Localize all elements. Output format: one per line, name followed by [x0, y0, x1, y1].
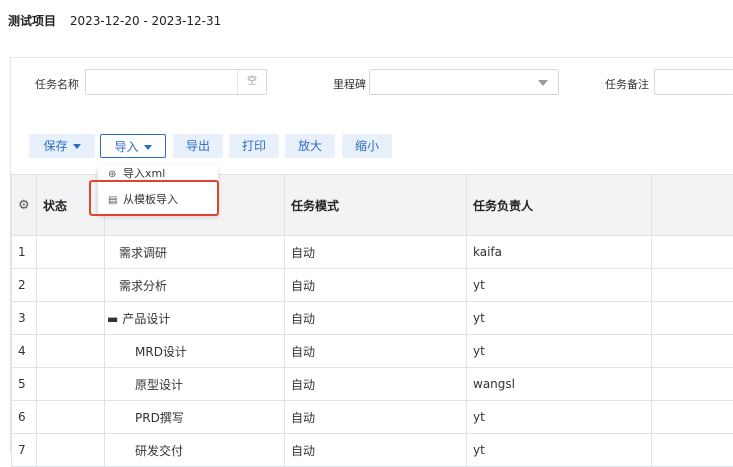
- task-note-field: [654, 69, 733, 95]
- row-task-mode[interactable]: 自动: [285, 302, 467, 335]
- row-index: 5: [12, 368, 37, 401]
- clear-button[interactable]: 空: [237, 70, 266, 94]
- task-note-label: 任务备注: [605, 76, 649, 92]
- table-row[interactable]: 2 需求分析 自动 yt: [12, 269, 733, 302]
- row-task-owner[interactable]: yt: [467, 335, 652, 368]
- save-button-label: 保存: [43, 139, 67, 153]
- row-extra: [652, 269, 733, 302]
- menu-item-import-from-template[interactable]: ▤从模板导入: [98, 191, 218, 209]
- save-button[interactable]: 保存: [29, 134, 95, 158]
- table-row[interactable]: 3 ▬ 产品设计 自动 yt: [12, 302, 733, 335]
- table-row[interactable]: 6 PRD撰写 自动 yt: [12, 401, 733, 434]
- row-index: 7: [12, 434, 37, 467]
- chevron-down-icon: [538, 80, 548, 86]
- milestone-label: 里程碑: [333, 76, 366, 92]
- table-row[interactable]: 7 研发交付 自动 yt: [12, 434, 733, 467]
- import-button[interactable]: 导入: [100, 134, 166, 158]
- row-extra: [652, 302, 733, 335]
- caret-down-icon: [144, 145, 152, 150]
- collapse-icon[interactable]: ▬: [107, 312, 118, 326]
- row-task-name-label: 产品设计: [122, 312, 170, 326]
- row-task-owner[interactable]: yt: [467, 269, 652, 302]
- column-header-task-owner[interactable]: 任务负责人: [467, 175, 652, 236]
- task-note-input[interactable]: [655, 70, 733, 94]
- template-doc-icon: ▤: [108, 192, 120, 210]
- milestone-select[interactable]: [369, 69, 559, 95]
- table-row[interactable]: 1 需求调研 自动 kaifa: [12, 236, 733, 269]
- row-task-mode[interactable]: 自动: [285, 368, 467, 401]
- row-task-owner[interactable]: yt: [467, 434, 652, 467]
- row-index: 4: [12, 335, 37, 368]
- table-row[interactable]: 4 MRD设计 自动 yt: [12, 335, 733, 368]
- menu-item-import-xml[interactable]: ⊛导入xml: [98, 165, 218, 183]
- row-index: 3: [12, 302, 37, 335]
- row-status: [37, 236, 105, 269]
- task-table: ⚙ 状态 任务模式 任务负责人 1 需求调研 自动 kaifa 2 需求分析: [11, 174, 733, 467]
- row-extra: [652, 401, 733, 434]
- row-extra: [652, 434, 733, 467]
- table-row[interactable]: 5 原型设计 自动 wangsl: [12, 368, 733, 401]
- page-header: 测试项目 2023-12-20 - 2023-12-31: [8, 12, 221, 29]
- export-button[interactable]: 导出: [173, 134, 223, 158]
- row-index: 2: [12, 269, 37, 302]
- row-status: [37, 269, 105, 302]
- column-header-task-mode[interactable]: 任务模式: [285, 175, 467, 236]
- row-task-mode[interactable]: 自动: [285, 335, 467, 368]
- row-task-name[interactable]: 研发交付: [105, 434, 285, 467]
- row-task-owner[interactable]: wangsl: [467, 368, 652, 401]
- row-status: [37, 335, 105, 368]
- import-button-label: 导入: [114, 140, 138, 154]
- row-task-mode[interactable]: 自动: [285, 401, 467, 434]
- row-task-owner[interactable]: yt: [467, 302, 652, 335]
- row-task-mode[interactable]: 自动: [285, 434, 467, 467]
- row-extra: [652, 335, 733, 368]
- row-task-name[interactable]: 原型设计: [105, 368, 285, 401]
- row-index: 6: [12, 401, 37, 434]
- import-dropdown-menu: ⊛导入xml ▤从模板导入: [98, 165, 218, 215]
- row-task-name[interactable]: MRD设计: [105, 335, 285, 368]
- row-task-name[interactable]: PRD撰写: [105, 401, 285, 434]
- row-status: [37, 434, 105, 467]
- row-task-owner[interactable]: kaifa: [467, 236, 652, 269]
- row-status: [37, 401, 105, 434]
- print-button[interactable]: 打印: [229, 134, 279, 158]
- row-extra: [652, 368, 733, 401]
- row-status: [37, 302, 105, 335]
- menu-item-label: 从模板导入: [123, 193, 178, 206]
- gear-icon: ⚙: [18, 198, 30, 213]
- project-title: 测试项目: [8, 14, 56, 28]
- task-panel: 任务名称 空 里程碑 任务备注 保存 导入 导出 打印 放大 缩小: [10, 57, 733, 453]
- column-header-extra: [652, 175, 733, 236]
- task-name-field: 空: [85, 69, 267, 95]
- menu-item-label: 导入xml: [123, 167, 165, 180]
- import-xml-icon: ⊛: [108, 166, 120, 184]
- caret-down-icon: [73, 144, 81, 149]
- row-task-mode[interactable]: 自动: [285, 236, 467, 269]
- date-range: 2023-12-20 - 2023-12-31: [70, 14, 221, 28]
- column-header-status[interactable]: 状态: [37, 175, 105, 236]
- row-task-name[interactable]: 需求调研: [105, 236, 285, 269]
- row-index: 1: [12, 236, 37, 269]
- row-extra: [652, 236, 733, 269]
- row-status: [37, 368, 105, 401]
- zoom-in-button[interactable]: 放大: [285, 134, 335, 158]
- column-settings[interactable]: ⚙: [12, 175, 37, 236]
- row-task-name[interactable]: ▬ 产品设计: [105, 302, 285, 335]
- zoom-out-button[interactable]: 缩小: [342, 134, 392, 158]
- row-task-owner[interactable]: yt: [467, 401, 652, 434]
- row-task-name[interactable]: 需求分析: [105, 269, 285, 302]
- task-name-label: 任务名称: [35, 76, 79, 92]
- row-task-mode[interactable]: 自动: [285, 269, 467, 302]
